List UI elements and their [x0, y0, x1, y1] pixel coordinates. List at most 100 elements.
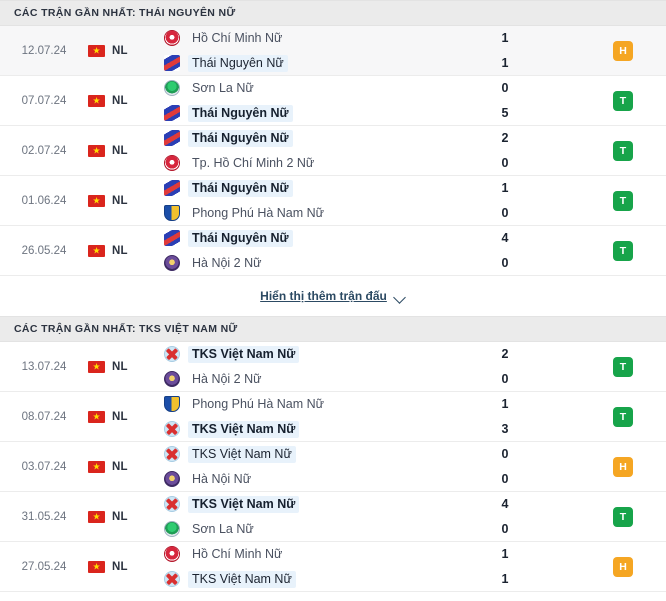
match-date: 08.07.24 [21, 410, 67, 423]
table-row[interactable]: 12.07.24 ★ NL Hồ Chí Minh Nữ Thái Nguyên Nữ 1… [0, 26, 666, 76]
scores-cell: 10 [430, 176, 580, 225]
status-badge: H [613, 40, 633, 61]
team-line-away: Sơn La Nữ [164, 521, 430, 538]
competition-cell[interactable]: ★ NL [88, 442, 156, 491]
team-line-home: Hồ Chí Minh Nữ [164, 30, 430, 47]
table-row[interactable]: 26.05.24 ★ NL Thái Nguyên Nữ Hà Nội 2 Nữ 4 0 T [0, 226, 666, 276]
table-row[interactable]: 01.06.24 ★ NL Thái Nguyên Nữ Phong Phú Hà Na… [0, 176, 666, 226]
home-score: 4 [501, 230, 509, 245]
away-score: 0 [501, 371, 509, 386]
table-row[interactable]: 27.05.24 ★ NL Hồ Chí Minh Nữ TKS Việt Nam Nữ… [0, 542, 666, 592]
status-badge: T [613, 90, 633, 111]
teams-cell: TKS Việt Nam Nữ Sơn La Nữ [156, 492, 430, 541]
competition-cell[interactable]: ★ NL [88, 492, 156, 541]
match-date: 31.05.24 [21, 510, 67, 523]
star-icon: ★ [92, 361, 101, 371]
home-score: 0 [501, 446, 509, 461]
section-header: CÁC TRẬN GẦN NHẤT: TKS VIỆT NAM NỮ [0, 316, 666, 342]
table-row[interactable]: 08.07.24 ★ NL Phong Phú Hà Nam Nữ TKS Việt N… [0, 392, 666, 442]
team-line-home: Thái Nguyên Nữ [164, 179, 430, 197]
team-line-home: Phong Phú Hà Nam Nữ [164, 396, 430, 413]
home-score: 1 [501, 180, 509, 195]
team-name: Sơn La Nữ [192, 80, 254, 95]
section-header-title: CÁC TRẬN GẦN NHẤT: TKS VIỆT NAM NỮ [14, 323, 238, 335]
team-line-away: Hà Nội 2 Nữ [164, 255, 430, 272]
competition-label: NL [112, 44, 128, 57]
crest-triangle-icon [164, 130, 180, 146]
away-score: 1 [501, 55, 509, 70]
away-score: 0 [501, 471, 509, 486]
section-header: CÁC TRẬN GẦN NHẤT: THÁI NGUYÊN NỮ [0, 0, 666, 26]
team-line-home: TKS Việt Nam Nữ [164, 345, 430, 363]
result-cell: T [580, 126, 666, 175]
team-name: Phong Phú Hà Nam Nữ [192, 396, 325, 411]
result-cell: T [580, 226, 666, 275]
scores-cell: 00 [430, 442, 580, 491]
teams-cell: Hồ Chí Minh Nữ Thái Nguyên Nữ [156, 26, 430, 75]
star-icon: ★ [92, 145, 101, 155]
show-more-matches-button[interactable]: Hiển thị thêm trận đấu [260, 289, 406, 303]
scores-cell: 40 [430, 492, 580, 541]
team-line-home: Sơn La Nữ [164, 80, 430, 97]
team-line-away: Thái Nguyên Nữ [164, 104, 430, 122]
competition-cell[interactable]: ★ NL [88, 126, 156, 175]
crest-shield-icon [164, 205, 180, 221]
status-badge: T [613, 406, 633, 427]
chevron-down-icon [395, 293, 406, 300]
home-score: 2 [501, 130, 509, 145]
result-cell: H [580, 542, 666, 591]
crest-triangle-icon [164, 105, 180, 121]
crest-tks-icon [164, 346, 180, 362]
team-name: Hà Nội Nữ [192, 471, 252, 486]
competition-label: NL [112, 560, 128, 573]
team-line-away: Thái Nguyên Nữ [164, 54, 430, 72]
table-row[interactable]: 02.07.24 ★ NL Thái Nguyên Nữ Tp. Hồ Chí Minh… [0, 126, 666, 176]
table-row[interactable]: 07.07.24 ★ NL Sơn La Nữ Thái Nguyên Nữ 0 5 T [0, 76, 666, 126]
team-name: Hồ Chí Minh Nữ [192, 546, 283, 561]
team-name: TKS Việt Nam Nữ [188, 345, 300, 363]
competition-cell[interactable]: ★ NL [88, 392, 156, 441]
team-name: TKS Việt Nam Nữ [188, 420, 300, 438]
crest-triangle-icon [164, 230, 180, 246]
crest-tks-icon [164, 571, 180, 587]
match-date: 03.07.24 [21, 460, 67, 473]
match-date: 12.07.24 [21, 44, 67, 57]
competition-cell[interactable]: ★ NL [88, 342, 156, 391]
competition-cell[interactable]: ★ NL [88, 176, 156, 225]
competition-cell[interactable]: ★ NL [88, 226, 156, 275]
crest-red-icon [164, 546, 180, 562]
vietnam-flag-icon: ★ [88, 94, 105, 107]
team-name: Thái Nguyên Nữ [188, 104, 293, 122]
scores-cell: 13 [430, 392, 580, 441]
crest-triangle-icon [164, 180, 180, 196]
result-cell: T [580, 76, 666, 125]
competition-cell[interactable]: ★ NL [88, 542, 156, 591]
table-row[interactable]: 03.07.24 ★ NL TKS Việt Nam Nữ Hà Nội Nữ 0 0 H [0, 442, 666, 492]
away-score: 3 [501, 421, 509, 436]
star-icon: ★ [92, 245, 101, 255]
scores-cell: 11 [430, 542, 580, 591]
table-row[interactable]: 31.05.24 ★ NL TKS Việt Nam Nữ Sơn La Nữ 4 0 T [0, 492, 666, 542]
match-date: 01.06.24 [21, 194, 67, 207]
competition-cell[interactable]: ★ NL [88, 26, 156, 75]
teams-cell: Thái Nguyên Nữ Tp. Hồ Chí Minh 2 Nữ [156, 126, 430, 175]
competition-cell[interactable]: ★ NL [88, 76, 156, 125]
result-cell: H [580, 442, 666, 491]
team-line-away: TKS Việt Nam Nữ [164, 570, 430, 588]
team-line-away: TKS Việt Nam Nữ [164, 420, 430, 438]
crest-tks-icon [164, 496, 180, 512]
competition-label: NL [112, 244, 128, 257]
away-score: 0 [501, 155, 509, 170]
team-name: Hồ Chí Minh Nữ [192, 30, 283, 45]
competition-label: NL [112, 194, 128, 207]
home-score: 1 [501, 396, 509, 411]
team-name: Thái Nguyên Nữ [188, 129, 293, 147]
crest-shield-icon [164, 396, 180, 412]
team-line-away: Hà Nội 2 Nữ [164, 371, 430, 388]
away-score: 0 [501, 521, 509, 536]
table-row[interactable]: 13.07.24 ★ NL TKS Việt Nam Nữ Hà Nội 2 Nữ 2 0 T [0, 342, 666, 392]
crest-purple-icon [164, 471, 180, 487]
teams-cell: Thái Nguyên Nữ Phong Phú Hà Nam Nữ [156, 176, 430, 225]
competition-label: NL [112, 460, 128, 473]
show-more-label: Hiển thị thêm trận đấu [260, 289, 387, 303]
